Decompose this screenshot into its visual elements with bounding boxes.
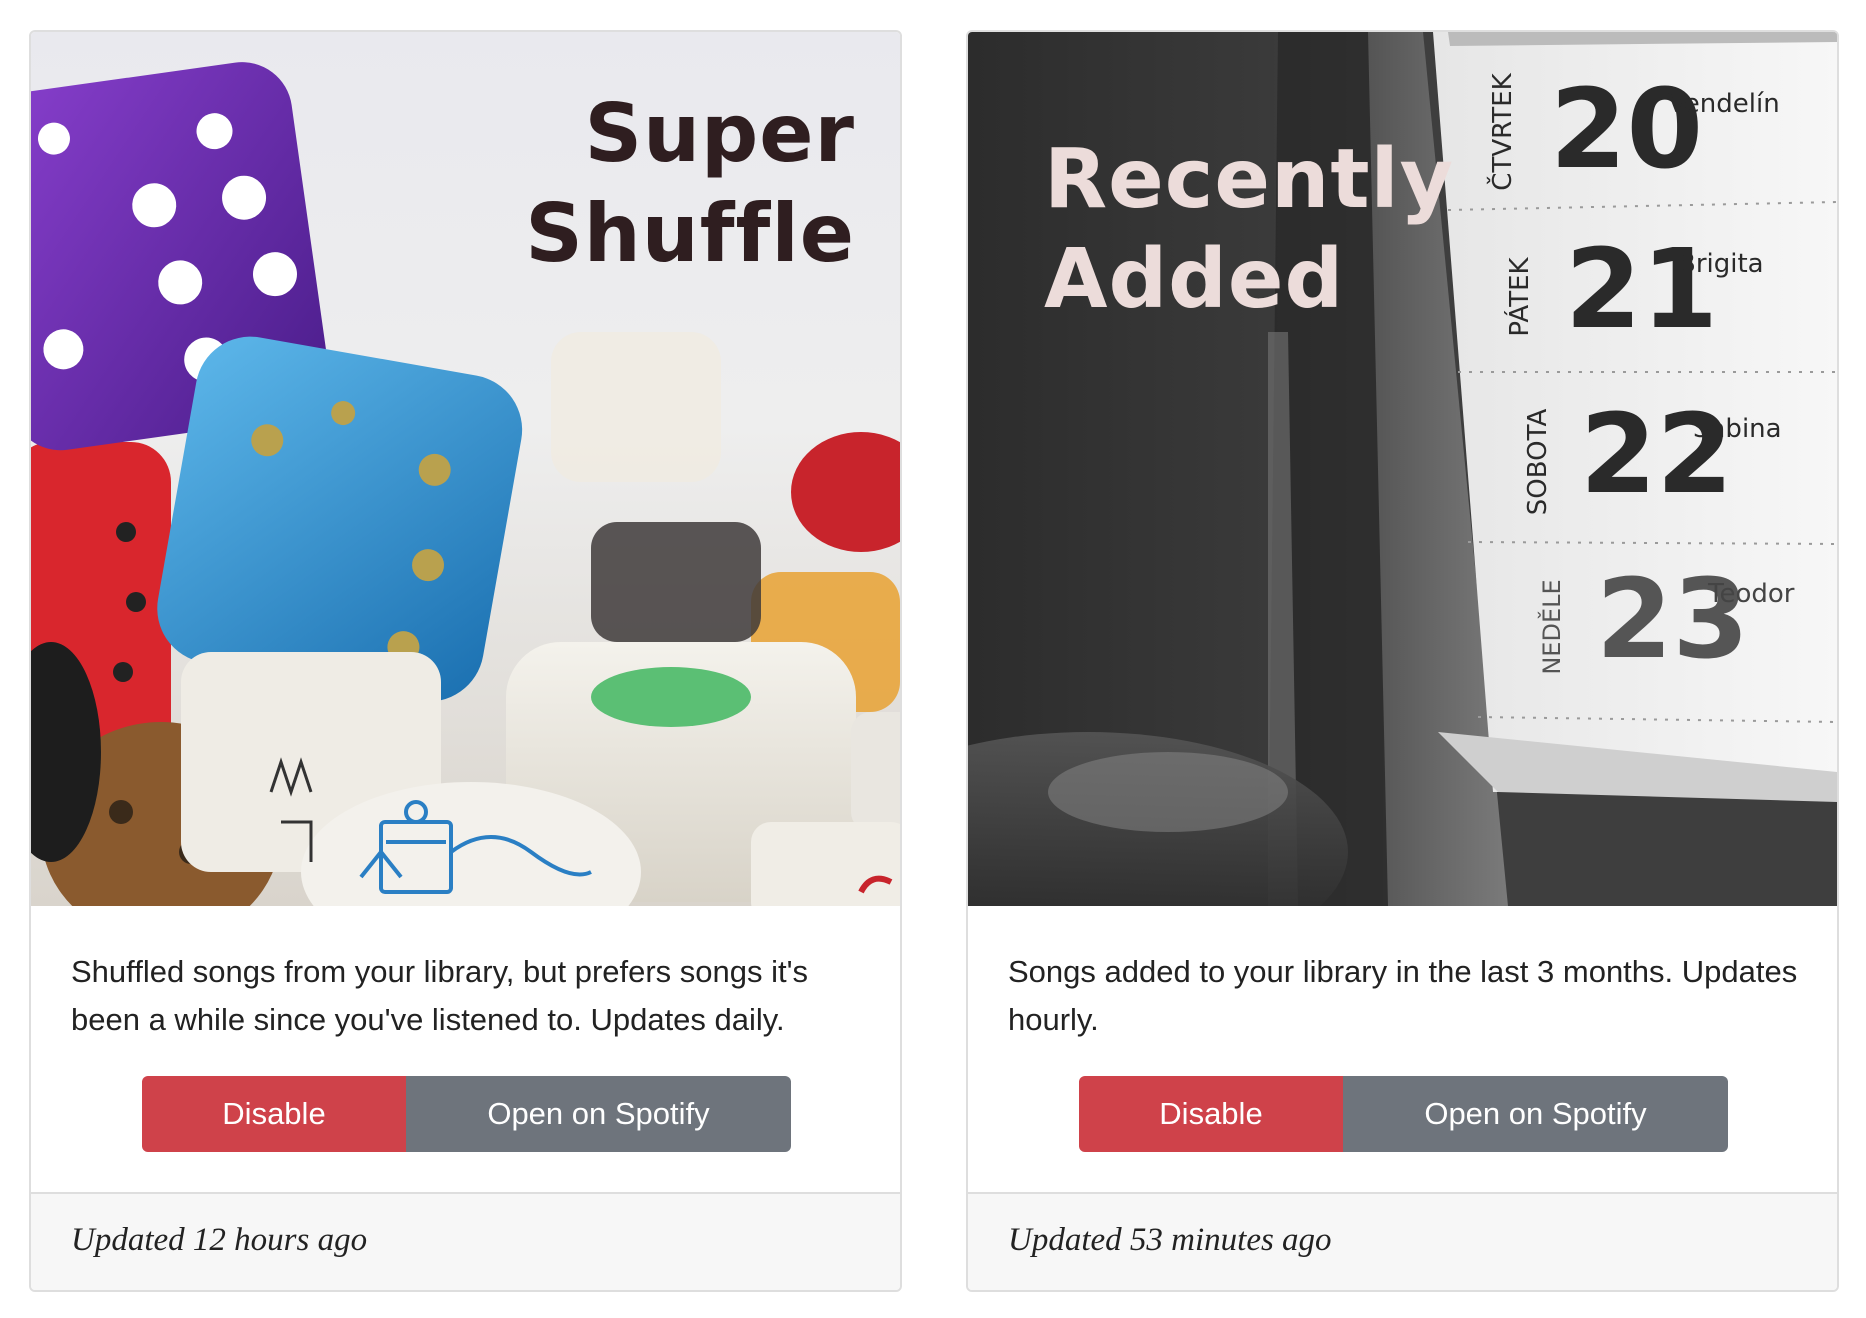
playlist-grid: Super Shuffle Shuffled songs from your l… [29,30,1841,1292]
disable-button[interactable]: Disable [1079,1076,1343,1152]
card-image-dice: Super Shuffle [31,32,900,906]
card-title-line2: Added [1044,232,1345,327]
updated-timestamp: Updated 12 hours ago [71,1222,368,1258]
calendar-day-3: NEDĚLE [1537,579,1566,674]
calendar-day-2: SOBOTA [1523,409,1553,516]
updated-timestamp: Updated 53 minutes ago [1008,1222,1332,1258]
calendar-num-0: 20 [1550,65,1703,193]
playlist-card-super-shuffle: Super Shuffle Shuffled songs from your l… [29,30,902,1292]
open-on-spotify-button[interactable]: Open on Spotify [1343,1076,1728,1152]
card-footer: Updated 53 minutes ago [968,1192,1837,1290]
disable-button[interactable]: Disable [142,1076,406,1152]
calendar-name-3: Teodor [1707,579,1795,609]
calendar-day-1: PÁTEK [1503,256,1535,336]
card-title: Super Shuffle [525,84,855,284]
card-body: Shuffled songs from your library, but pr… [31,906,900,1222]
calendar-name-2: Sabina [1693,414,1782,444]
card-description: Shuffled songs from your library, but pr… [71,954,809,1037]
card-title-line1: Super [584,87,855,180]
calendar-num-3: 23 [1596,555,1749,683]
playlist-card-recently-added: ČTVRTEK 20 Vendelín PÁTEK 21 Brigita SOB… [966,30,1839,1292]
card-image-calendar: ČTVRTEK 20 Vendelín PÁTEK 21 Brigita SOB… [968,32,1837,906]
card-footer: Updated 12 hours ago [31,1192,900,1290]
calendar-num-2: 22 [1580,390,1733,518]
card-button-group: Disable Open on Spotify [1079,1076,1728,1152]
card-description: Songs added to your library in the last … [1008,954,1798,1037]
card-title: Recently Added [1044,130,1454,330]
calendar-name-0: Vendelín [1668,89,1780,119]
calendar-day-0: ČTVRTEK [1486,72,1518,190]
card-title-line1: Recently [1044,132,1455,227]
card-button-group: Disable Open on Spotify [142,1076,791,1152]
card-body: Songs added to your library in the last … [968,906,1837,1222]
calendar-name-1: Brigita [1678,249,1764,279]
calendar-num-1: 21 [1565,225,1718,353]
card-title-line2: Shuffle [525,187,855,280]
open-on-spotify-button[interactable]: Open on Spotify [406,1076,791,1152]
